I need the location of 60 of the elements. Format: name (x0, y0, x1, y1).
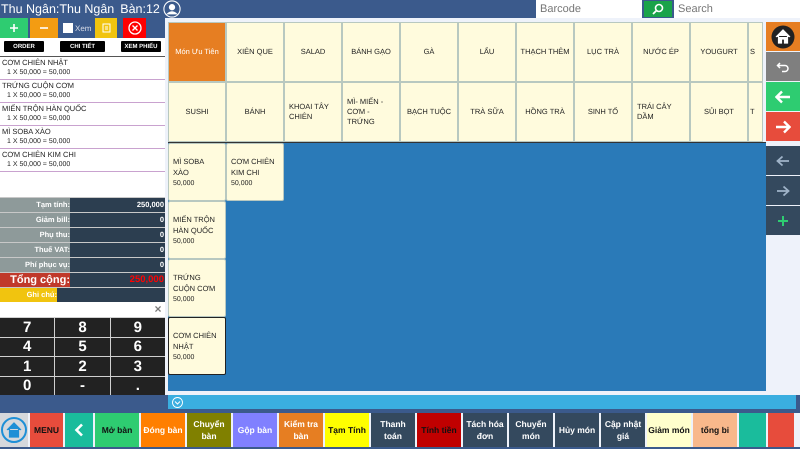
keypad-key[interactable]: 7 (0, 318, 54, 336)
left-arrow-icon (776, 154, 790, 166)
toolbar-button[interactable]: Chuyển món (509, 413, 553, 447)
add-item-button[interactable] (766, 206, 800, 235)
search-field[interactable]: Search (674, 0, 800, 18)
toolbar-button[interactable]: Hủy món (555, 413, 599, 447)
right-arrow-icon (776, 184, 790, 196)
view-checkbox[interactable] (63, 23, 73, 33)
keypad-key[interactable]: 1 (0, 357, 54, 376)
chevron-left-icon (74, 423, 84, 437)
undo-icon (776, 60, 790, 74)
scroll-right-button[interactable] (766, 176, 800, 205)
close-icon (128, 21, 142, 35)
search-icon (652, 3, 664, 15)
keypad-key[interactable]: - (55, 376, 110, 395)
home-icon (1, 417, 27, 443)
keypad-key[interactable]: 9 (110, 318, 165, 336)
plus-icon (9, 23, 19, 33)
toolbar-button[interactable]: Tạm Tính (325, 413, 369, 447)
cancel-button[interactable] (123, 18, 146, 38)
keypad-key[interactable]: 4 (0, 338, 54, 356)
left-arrow-icon (775, 90, 791, 104)
toolbar-button[interactable]: Tách hóa đơn (463, 413, 507, 447)
add-button[interactable] (0, 18, 28, 38)
home-icon (771, 24, 795, 48)
keypad-key[interactable]: 6 (110, 338, 165, 356)
keypad-key[interactable]: 5 (55, 338, 110, 356)
back-button[interactable] (65, 413, 93, 447)
toolbar-button[interactable]: Chuyển bàn (187, 413, 231, 447)
total-label: Tổng cộng: (0, 273, 70, 287)
right-arrow-icon (775, 120, 791, 134)
toolbar-button[interactable]: Thanh toán (371, 413, 415, 447)
document-icon (102, 23, 111, 33)
keypad-key[interactable]: 3 (110, 357, 165, 376)
plus-icon (777, 214, 789, 226)
toolbar-button[interactable]: MENU (30, 413, 63, 447)
toolbar-button[interactable]: tổng bi (693, 413, 737, 447)
scroll-left-button[interactable] (766, 146, 800, 175)
undo-button[interactable] (766, 52, 800, 81)
chevron-down-icon (172, 396, 183, 408)
keypad-key[interactable]: 8 (55, 318, 110, 336)
keypad-key[interactable]: . (110, 376, 165, 395)
toolbar-button[interactable]: Mở bàn (95, 413, 139, 447)
remove-button[interactable] (30, 18, 58, 38)
search-button[interactable] (644, 1, 672, 17)
previous-button[interactable] (766, 82, 800, 111)
users-icon (162, 0, 181, 18)
total-value: 250,000 (70, 273, 165, 287)
home-button[interactable] (766, 22, 800, 51)
note-field[interactable] (57, 288, 165, 302)
toolbar-button[interactable]: Cập nhật giá (601, 413, 645, 447)
keypad-key[interactable]: 0 (0, 376, 54, 395)
cashier-label: Thu Ngân:Thu Ngân (1, 2, 114, 16)
toolbar-button[interactable]: Giảm món (647, 413, 691, 447)
next-button[interactable] (766, 112, 800, 141)
keypad-key[interactable]: 2 (55, 357, 110, 376)
checkbox-label: Xem (75, 24, 92, 32)
table-label: Bàn:12 (120, 2, 160, 16)
barcode-field[interactable]: Barcode (536, 0, 642, 18)
print-button[interactable] (95, 18, 118, 38)
